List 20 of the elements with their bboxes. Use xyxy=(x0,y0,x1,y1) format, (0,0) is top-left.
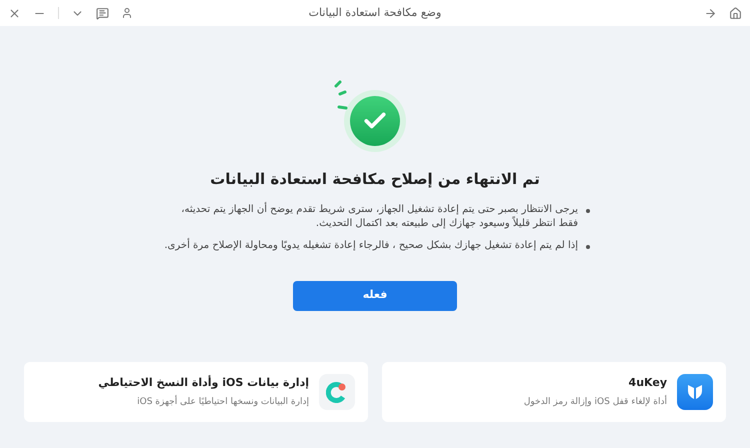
instruction-text: يرجى الانتظار بصبر حتى يتم إعادة تشغيل الجهاز، سترى شريط تقدم يوضح أن الجهاز يتم تحديثه، فقط انتظر قليلاً وسيعود جهازك إلى طبيعته بعد اكتمال التحديث. xyxy=(180,202,578,230)
close-icon[interactable] xyxy=(8,6,21,20)
app-logo-icon xyxy=(319,374,355,410)
product-card[interactable]: إدارة بيانات iOS وأداة النسخ الاحتياطي إدارة البيانات ونسخها احتياطيًا على أجهزة iOS xyxy=(24,362,368,422)
feedback-icon[interactable] xyxy=(96,6,109,20)
user-icon[interactable] xyxy=(121,7,133,19)
product-description: إدارة البيانات ونسخها احتياطيًا على أجهزة iOS xyxy=(136,396,309,408)
home-icon[interactable] xyxy=(729,6,742,20)
status-title: تم الانتهاء من إصلاح مكافحة استعادة البيانات xyxy=(210,169,540,190)
bullet-icon xyxy=(586,244,590,248)
forward-icon[interactable] xyxy=(704,6,717,20)
product-name: إدارة بيانات iOS وأداة النسخ الاحتياطي xyxy=(98,375,309,391)
instruction-text: إذا لم يتم إعادة تشغيل جهازك بشكل صحيح ، فالرجاء إعادة تشغيله يدويًا ومحاولة الإصلاح مرة أخرى. xyxy=(164,238,578,252)
shield-logo-icon xyxy=(677,374,713,410)
product-name: 4uKey xyxy=(628,375,667,391)
primary-button[interactable]: فعله xyxy=(293,280,457,310)
product-description: أداة لإلغاء قفل iOS وإزالة رمز الدخول xyxy=(524,396,667,408)
bullet-icon xyxy=(586,208,590,212)
window-title: وضع مكافحة استعادة البيانات xyxy=(308,4,442,21)
success-check-icon xyxy=(350,96,400,146)
